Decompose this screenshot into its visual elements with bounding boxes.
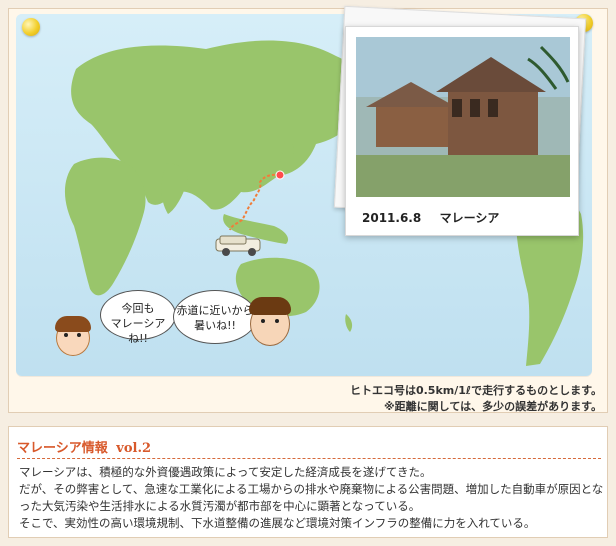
photo-date: 2011.6.8 xyxy=(362,211,422,225)
avatar-boy xyxy=(249,297,291,346)
info-title-text: マレーシア情報 xyxy=(17,441,108,456)
thumbtack-icon xyxy=(22,18,40,36)
photo-location: マレーシア xyxy=(439,211,500,225)
photo-caption: 2011.6.8 マレーシア xyxy=(362,209,499,226)
speech-bubble-right: 赤道に近いから 暑いね!! xyxy=(173,290,257,344)
route-marker-icon xyxy=(275,170,285,180)
info-title: マレーシア情報 vol.2 xyxy=(17,437,151,456)
info-volume: vol.2 xyxy=(116,441,152,456)
photo-card: 2011.6.8 マレーシア xyxy=(345,26,579,236)
distance-note: ※距離に関しては、多少の誤差があります。 xyxy=(383,400,602,413)
fuel-note: ヒトエコ号は0.5km/1ℓで走行するものとします。 xyxy=(349,384,602,397)
speech-bubble-left: 今回も マレーシアね!! xyxy=(100,290,176,345)
divider xyxy=(17,458,601,459)
house-photo xyxy=(356,37,570,197)
avatar-girl xyxy=(55,316,91,356)
info-panel: マレーシア情報 vol.2 マレーシアは、積極的な外資優遇政策によって安定した経… xyxy=(8,426,608,538)
car-icon xyxy=(212,233,268,257)
photo-stack: 2011.6.8 マレーシア xyxy=(333,5,593,236)
info-body: マレーシアは、積極的な外資優遇政策によって安定した経済成長を遂げてきた。 だが、… xyxy=(19,465,604,530)
